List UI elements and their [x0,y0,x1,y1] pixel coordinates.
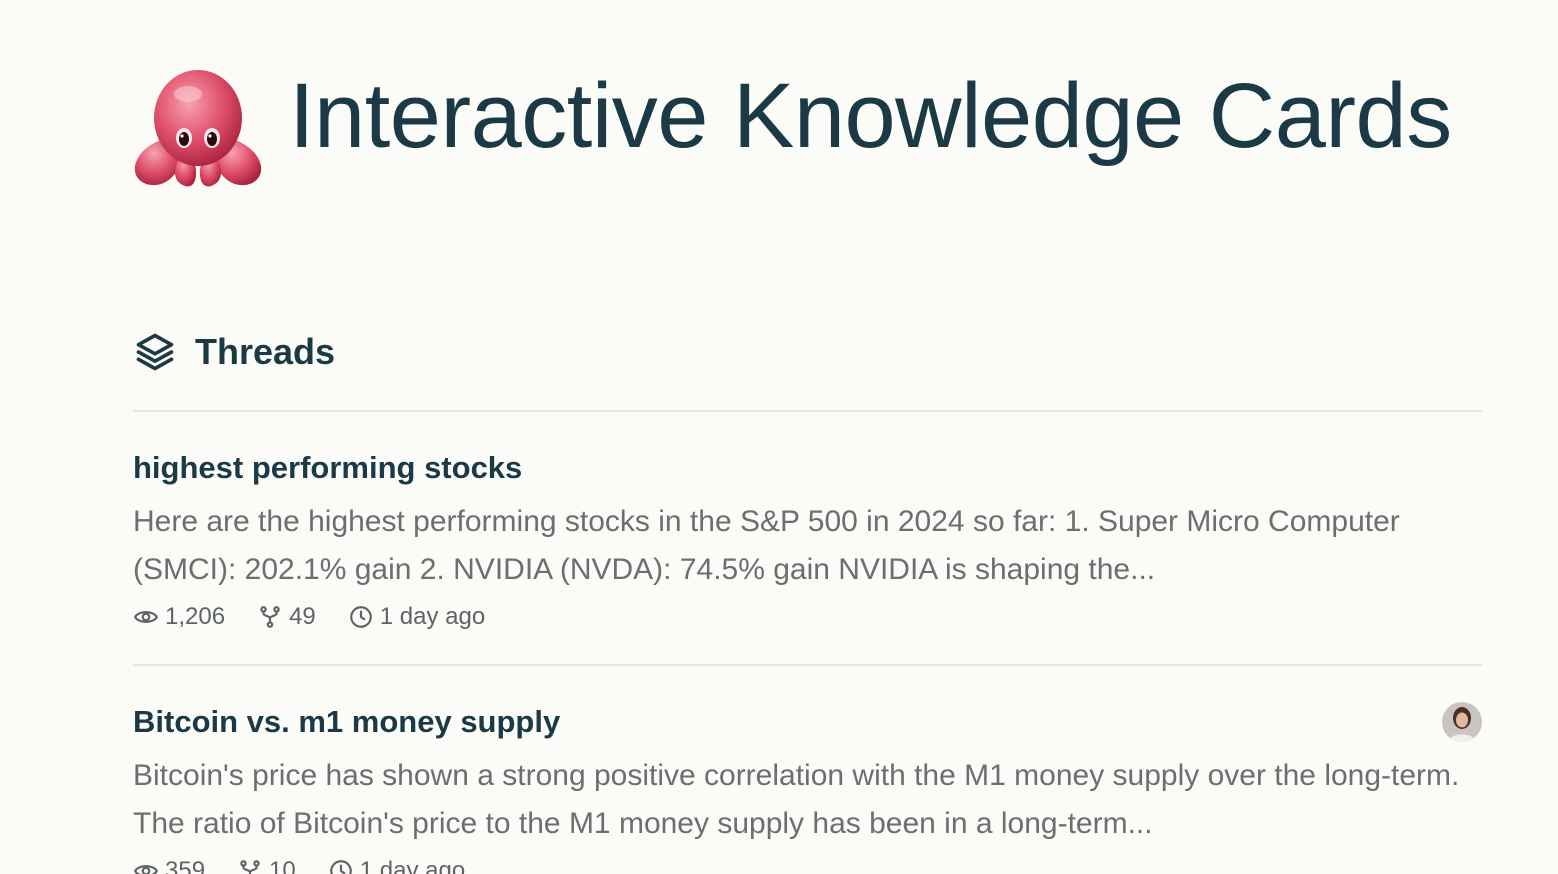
time-ago: 1 day ago [348,603,485,631]
fork-icon [240,860,260,874]
eye-icon [134,865,158,874]
time-value: 1 day ago [379,603,486,630]
divider [133,410,1482,412]
thread-snippet: Bitcoin's price has shown a strong posit… [133,759,1460,840]
avatar-image [1442,702,1482,742]
thread-meta: 1,206 49 1 day ago [133,602,1482,632]
threads-section-header: Threads [133,330,335,374]
forks-value: 49 [289,603,316,630]
octopus-icon [134,70,262,187]
thread-snippet: Here are the highest performing stocks i… [133,505,1400,586]
page: Interactive Knowledge Cards Threads high… [0,0,1558,874]
section-title: Threads [195,331,336,372]
thread-item[interactable]: Bitcoin vs. m1 money supply Bitcoin's pr… [133,702,1482,874]
layers-icon [136,333,174,371]
avatar[interactable] [1442,702,1482,742]
forks-count: 49 [257,603,316,631]
clock-icon [349,606,372,628]
thread-title[interactable]: highest performing stocks [133,448,1482,488]
time-value: 1 day ago [359,857,466,874]
eye-icon [134,611,158,623]
time-ago: 1 day ago [328,857,465,874]
thread-title[interactable]: Bitcoin vs. m1 money supply [133,702,1482,742]
page-title: Interactive Knowledge Cards [289,64,1452,167]
thread-meta: 359 10 1 day ago [133,856,1482,874]
clock-icon [329,860,352,874]
page-header: Interactive Knowledge Cards [133,56,1452,191]
views-count: 359 [133,857,205,874]
views-value: 1,206 [165,603,226,630]
divider [133,664,1482,666]
views-value: 359 [165,857,206,874]
forks-count: 10 [237,857,296,874]
views-count: 1,206 [133,603,225,631]
forks-value: 10 [269,857,296,874]
thread-item[interactable]: highest performing stocks Here are the h… [133,448,1482,632]
fork-icon [260,606,280,628]
